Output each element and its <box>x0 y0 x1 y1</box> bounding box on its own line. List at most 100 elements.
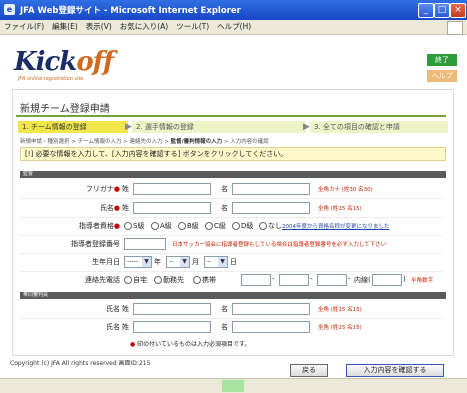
referee1-sei-input[interactable] <box>133 303 211 315</box>
license-radio-d[interactable] <box>232 222 240 230</box>
extension-input[interactable] <box>372 274 402 286</box>
row-divider <box>20 235 443 236</box>
row-divider <box>20 217 443 218</box>
menu-help[interactable]: ヘルプ(H) <box>213 20 255 34</box>
contact-row: 連絡先電話 自宅 勤務先 携帯 - - - 内線( ) 半角数字 <box>20 274 443 286</box>
referee2-name-row: 氏名 姓 名 全角 (姓15 名15) <box>20 321 443 333</box>
required-mark-icon: ● <box>113 204 120 212</box>
window-title: JFA Web登録サイト - Microsoft Internet Explor… <box>20 6 241 16</box>
manager-furigana-mei-input[interactable] <box>232 183 310 195</box>
chevron-down-icon: ▼ <box>180 257 189 267</box>
day-unit: 日 <box>230 258 237 266</box>
ie-app-icon: e <box>4 4 15 15</box>
referee1-name-row: 氏名 姓 名 全角 (姓15 名15) <box>20 303 443 315</box>
menu-edit[interactable]: 編集(E) <box>48 20 82 34</box>
end-button[interactable]: 終了 <box>427 54 457 66</box>
birth-day-select[interactable]: -- ▼ <box>204 256 228 268</box>
regno-row: 指導者登録番号 日本サッカー協会に指導者登録もしている場合は指導者登録番号を必ず… <box>20 238 443 250</box>
menu-favorites[interactable]: お気に入り(A) <box>116 20 172 34</box>
license-radio-a[interactable] <box>151 222 159 230</box>
birthdate-row: 生年月日 ----- ▼ 年 -- ▼ 月 -- ▼ 日 <box>20 256 443 268</box>
license-radio-s[interactable] <box>124 222 132 230</box>
help-button[interactable]: ヘルプ <box>427 70 457 82</box>
referee1-mei-input[interactable] <box>232 303 310 315</box>
page-title: 新規チーム登録申請 <box>20 104 110 115</box>
regno-input[interactable] <box>124 238 166 250</box>
required-note: ● 印の付いているものは入力必須項目です。 <box>130 339 250 348</box>
status-indicator <box>222 380 244 392</box>
logo-text-kick: Kick <box>14 47 77 77</box>
referee2-mei-input[interactable] <box>232 321 310 333</box>
breadcrumb-post: > 入力内容の確認 <box>222 139 269 145</box>
back-button[interactable]: 戻る <box>290 364 328 377</box>
furigana-hint: 全角カナ (姓30 名30) <box>318 187 373 193</box>
step-3: 3. 全ての項目の確認と申請 <box>310 121 448 133</box>
sei-label: 姓 <box>122 185 129 193</box>
license-option-b: B級 <box>187 222 199 230</box>
license-radio-none[interactable] <box>259 222 267 230</box>
contact-option-work: 勤務先 <box>163 276 184 284</box>
menu-tools[interactable]: ツール(T) <box>172 20 213 34</box>
logo-text-off: off <box>76 47 114 77</box>
step-2: 2. 選手情報の登録 <box>132 121 306 133</box>
phone-part2-input[interactable] <box>279 274 309 286</box>
referee1-name-hint: 全角 (姓15 名15) <box>318 307 362 313</box>
license-row: 指導者資格● S級 A級 B級 C級 D級 なし 2004年度から資格名称が変更… <box>20 220 443 232</box>
phone-part1-input[interactable] <box>241 274 271 286</box>
logo-subtitle: JFA online registration site <box>18 76 84 82</box>
furigana-label: フリガナ● <box>40 184 120 194</box>
required-mark-icon: ● <box>130 341 136 348</box>
license-option-s: S級 <box>133 222 145 230</box>
kickoff-logo[interactable]: Kickoff <box>14 47 114 77</box>
birth-month-select[interactable]: -- ▼ <box>166 256 190 268</box>
chevron-down-icon: ▼ <box>218 257 227 267</box>
section-header-manager: 監督 <box>20 171 446 178</box>
contact-label: 連絡先電話 <box>85 276 120 284</box>
license-radio-c[interactable] <box>205 222 213 230</box>
referee2-sei-input[interactable] <box>133 321 211 333</box>
section-header-referee: 帯同審判員 <box>20 292 446 299</box>
birthdate-label: 生年月日 <box>92 258 120 266</box>
copyright-text: Copyright (c) JFA All rights reserved 画面… <box>10 360 151 367</box>
birth-day-value: -- <box>207 258 212 265</box>
maximize-button[interactable]: □ <box>434 3 450 18</box>
required-note-text: 印の付いているものは入力必須項目です。 <box>137 341 251 348</box>
phone-dash: - <box>310 275 313 283</box>
window-titlebar: e JFA Web登録サイト - Microsoft Internet Expl… <box>0 0 467 20</box>
furigana-label-text: フリガナ <box>85 185 114 193</box>
contact-radio-work[interactable] <box>154 276 162 284</box>
manager-name-mei-input[interactable] <box>232 202 310 214</box>
breadcrumb-pre: 新規申請・種別選択 > チーム情報の入力 > 連絡先の入力 > <box>20 139 171 145</box>
row-divider <box>20 253 443 254</box>
extension-close: ) <box>403 275 406 283</box>
license-option-none: なし <box>268 222 282 230</box>
license-change-link[interactable]: 2004年度から資格名称が変更になりました <box>282 222 390 230</box>
row-divider <box>20 198 443 199</box>
referee2-name-label: 氏名 <box>106 323 120 331</box>
license-option-a: A級 <box>160 222 172 230</box>
birth-year-select[interactable]: ----- ▼ <box>124 256 152 268</box>
contact-radio-mobile[interactable] <box>193 276 201 284</box>
manager-name-sei-input[interactable] <box>133 202 211 214</box>
step-arrow-icon: ▶ <box>303 122 310 132</box>
license-radio-b[interactable] <box>178 222 186 230</box>
phone-part3-input[interactable] <box>317 274 347 286</box>
contact-option-mobile: 携帯 <box>202 276 216 284</box>
name-label-text: 氏名 <box>99 204 114 212</box>
chevron-down-icon: ▼ <box>142 257 151 267</box>
license-label: 指導者資格● <box>40 221 120 231</box>
contact-radio-home[interactable] <box>124 276 132 284</box>
name-hint: 全角 (姓15 名15) <box>318 206 362 212</box>
name-label: 氏名● <box>40 203 120 213</box>
sei-label: 姓 <box>122 305 129 313</box>
step-indicator: 1. チーム情報の登録 ▶ 2. 選手情報の登録 ▶ 3. 全ての項目の確認と申… <box>18 121 448 133</box>
manager-furigana-sei-input[interactable] <box>133 183 211 195</box>
required-mark-icon: ● <box>113 185 120 193</box>
birth-year-value: ----- <box>127 258 138 265</box>
mei-label: 名 <box>221 323 228 331</box>
menu-view[interactable]: 表示(V) <box>82 20 116 34</box>
menu-file[interactable]: ファイル(F) <box>0 20 48 34</box>
confirm-input-button[interactable]: 入力内容を確認する <box>346 364 444 377</box>
close-button[interactable]: × <box>450 3 466 18</box>
minimize-button[interactable]: _ <box>418 3 434 18</box>
